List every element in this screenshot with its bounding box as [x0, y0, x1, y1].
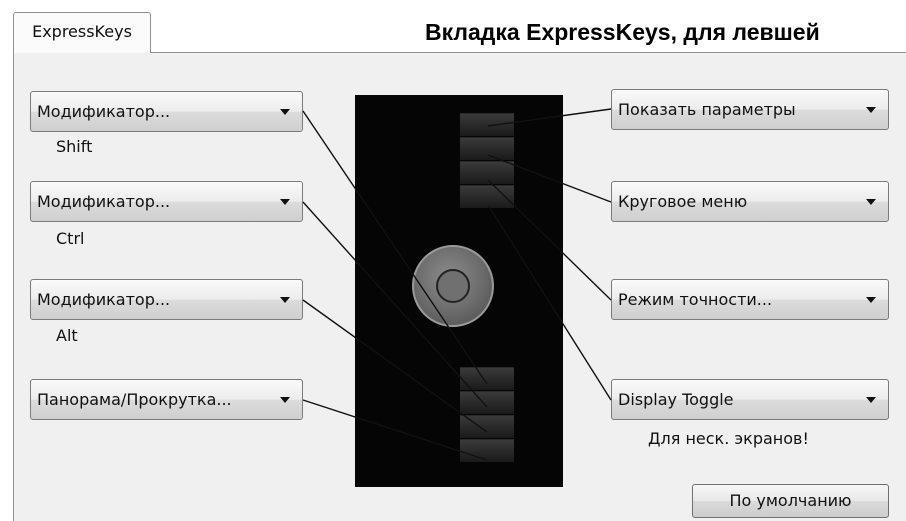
right-key-4-dropdown[interactable]: Display Toggle: [611, 379, 889, 420]
tablet-expresskey-top-3: [460, 161, 514, 184]
dropdown-value: Модификатор...: [37, 290, 171, 309]
left-key-2-dropdown[interactable]: Модификатор...: [30, 181, 303, 222]
touch-ring-center-button: [436, 269, 470, 303]
dropdown-value: Панорама/Прокрутка...: [37, 390, 232, 409]
right-key-3-dropdown[interactable]: Режим точности...: [611, 279, 889, 320]
chevron-down-icon: [280, 397, 290, 403]
dropdown-value: Модификатор...: [37, 192, 171, 211]
right-key-2-dropdown[interactable]: Круговое меню: [611, 181, 889, 222]
dropdown-value: Круговое меню: [618, 192, 748, 211]
chevron-down-icon: [280, 109, 290, 115]
chevron-down-icon: [280, 297, 290, 303]
dropdown-value: Режим точности...: [618, 290, 773, 309]
default-button[interactable]: По умолчанию: [692, 484, 889, 518]
left-key-3-dropdown[interactable]: Модификатор...: [30, 279, 303, 320]
left-key-4-dropdown[interactable]: Панорама/Прокрутка...: [30, 379, 303, 420]
left-key-1-dropdown[interactable]: Модификатор...: [30, 91, 303, 132]
tablet-expresskey-top-4: [460, 185, 514, 208]
modifier-label-alt: Alt: [56, 326, 78, 345]
chevron-down-icon: [866, 297, 876, 303]
chevron-down-icon: [280, 199, 290, 205]
page-title: Вкладка ExpressKeys, для левшей: [425, 19, 820, 45]
touch-ring: [412, 245, 494, 327]
modifier-label-shift: Shift: [56, 137, 93, 156]
tablet-expresskey-bottom-2: [460, 391, 514, 414]
tablet-expresskey-top-1: [460, 113, 514, 136]
tablet-expresskey-bottom-4: [460, 439, 514, 462]
dropdown-value: Display Toggle: [618, 390, 734, 409]
tab-expresskeys[interactable]: ExpressKeys: [13, 12, 151, 53]
display-toggle-note: Для неск. экранов!: [648, 429, 809, 448]
dropdown-value: Модификатор...: [37, 102, 171, 121]
tablet-expresskey-top-2: [460, 137, 514, 160]
tablet-expresskey-bottom-3: [460, 415, 514, 438]
tablet-expresskey-bottom-1: [460, 367, 514, 390]
chevron-down-icon: [866, 199, 876, 205]
chevron-down-icon: [866, 107, 876, 113]
chevron-down-icon: [866, 397, 876, 403]
right-key-1-dropdown[interactable]: Показать параметры: [611, 89, 889, 130]
dropdown-value: Показать параметры: [618, 100, 796, 119]
modifier-label-ctrl: Ctrl: [56, 229, 85, 248]
